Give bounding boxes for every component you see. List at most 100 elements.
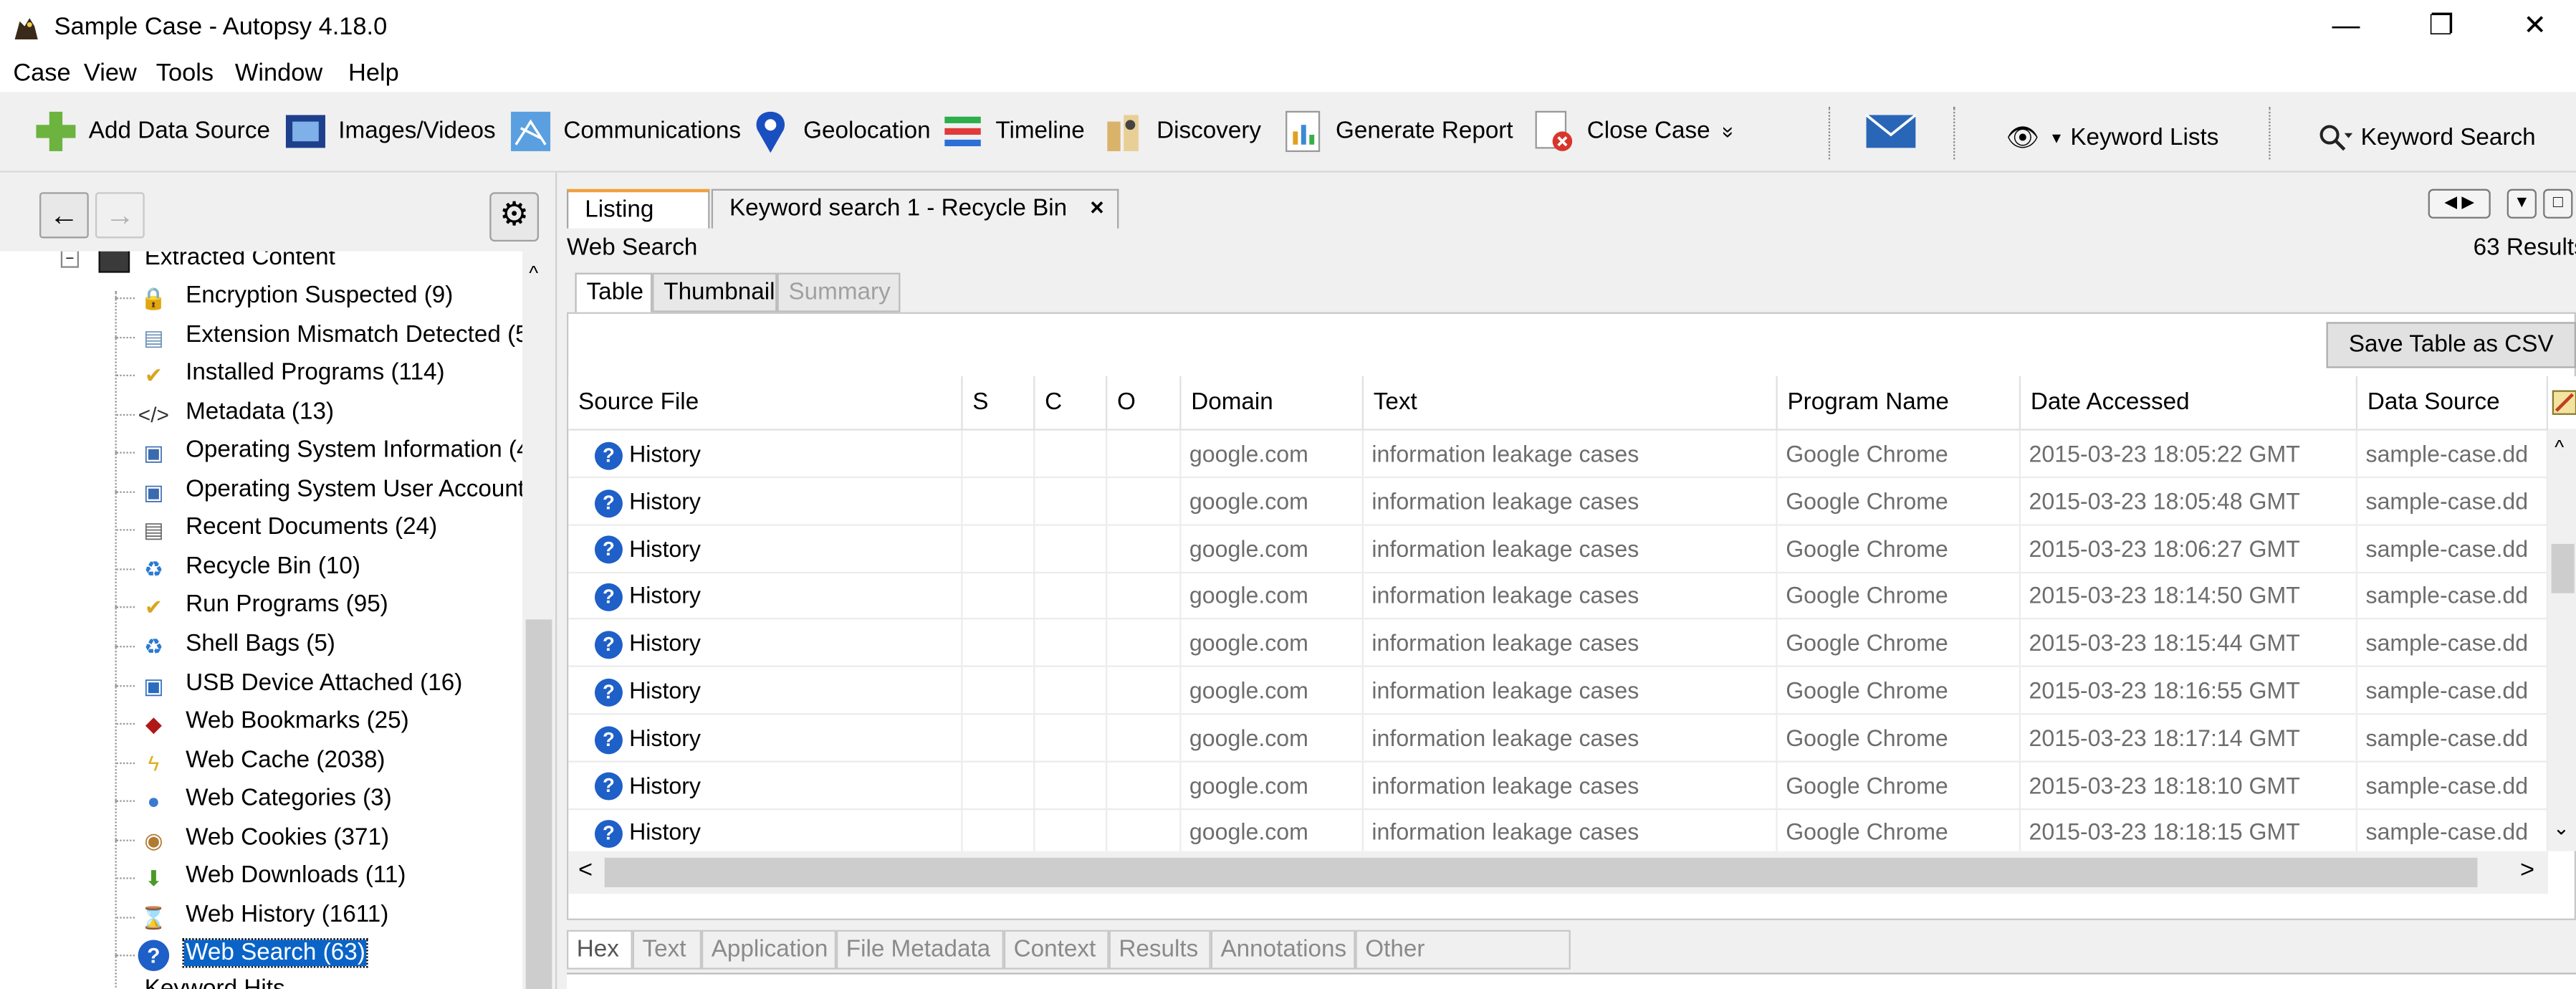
keyword-search-button[interactable]: Keyword Search xyxy=(2318,100,2536,176)
tree-item[interactable]: ◆ Web Bookmarks (25) xyxy=(0,705,522,743)
tab-hex[interactable]: Hex xyxy=(566,930,633,970)
tree-item-label: Web Cookies (371) xyxy=(186,824,390,851)
scroll-left-icon[interactable]: < xyxy=(578,856,593,884)
tab-context[interactable]: Context xyxy=(1003,930,1109,970)
tree-item[interactable]: ▣ Operating System User Account xyxy=(0,473,522,511)
tree-item[interactable]: ♻ Recycle Bin (10) xyxy=(0,550,522,588)
tree-item[interactable]: ✔ Installed Programs (114) xyxy=(0,357,522,395)
tree-item[interactable]: ✔ Run Programs (95) xyxy=(0,589,522,627)
cell-text: information leakage cases xyxy=(1364,666,1778,714)
tab-list-dropdown-icon[interactable]: ▼ xyxy=(2506,188,2537,219)
column-c[interactable]: C xyxy=(1035,376,1108,429)
forward-arrow-icon[interactable]: → xyxy=(95,192,145,239)
table-row[interactable]: ? History google.com information leakage ca… xyxy=(568,808,2549,857)
tree-item[interactable]: ◉ Web Cookies (371) xyxy=(0,821,522,859)
table-row[interactable]: ? History google.com information leakage ca… xyxy=(568,761,2549,810)
maximize-panel-icon[interactable]: □ xyxy=(2543,188,2573,219)
menu-case[interactable]: Case xyxy=(13,59,70,87)
menu-help[interactable]: Help xyxy=(348,59,399,87)
table-row[interactable]: ? History google.com information leakage ca… xyxy=(568,430,2549,479)
keyword-lists-button[interactable]: 👁 ▼ Keyword Lists xyxy=(2006,100,2218,176)
images-videos-button[interactable]: Images/Videos xyxy=(282,94,496,169)
tree-scroll-thumb[interactable] xyxy=(525,619,552,989)
subtab-table[interactable]: Table xyxy=(575,272,653,312)
tab-annotations[interactable]: Annotations xyxy=(1210,930,1356,970)
table-row[interactable]: ? History google.com information leakage ca… xyxy=(568,525,2549,573)
restore-button[interactable]: ❐ xyxy=(2400,0,2483,56)
minimize-button[interactable]: — xyxy=(2305,0,2388,56)
scroll-up-icon[interactable]: ^ xyxy=(529,262,538,285)
tab-listing[interactable]: Listing xyxy=(566,188,710,229)
tree-item[interactable]: ▤ Recent Documents (24) xyxy=(0,512,522,550)
column-date-accessed[interactable]: Date Accessed xyxy=(2021,376,2358,429)
result-tabs: Listing Keyword search 1 - Recycle Bin ×… xyxy=(566,188,2576,229)
column-chooser-icon[interactable] xyxy=(2552,389,2576,416)
save-table-csv-button[interactable]: Save Table as CSV xyxy=(2326,322,2576,368)
table-row[interactable]: ? History google.com information leakage ca… xyxy=(568,477,2549,526)
discovery-button[interactable]: Discovery xyxy=(1101,94,1261,169)
more-chevron-icon[interactable]: » xyxy=(1717,125,1741,138)
tab-file-metadata[interactable]: File Metadata xyxy=(835,930,1004,970)
tree-scrollbar[interactable]: ^ xyxy=(522,251,555,989)
tree-item[interactable]: ⌛ Web History (1611) xyxy=(0,899,522,937)
generate-report-button[interactable]: Generate Report xyxy=(1280,94,1513,169)
column-o[interactable]: O xyxy=(1107,376,1182,429)
menu-view[interactable]: View xyxy=(84,59,137,87)
tree-item[interactable]: ▤ Extension Mismatch Detected (5 xyxy=(0,318,522,356)
tab-keyword-search[interactable]: Keyword search 1 - Recycle Bin × xyxy=(711,188,1119,229)
scroll-right-icon[interactable]: > xyxy=(2520,856,2534,884)
tree-connector xyxy=(115,761,135,764)
add-data-source-button[interactable]: Add Data Source xyxy=(33,94,270,169)
collapse-toggle-icon[interactable]: − xyxy=(60,251,80,268)
timeline-button[interactable]: Timeline xyxy=(939,94,1085,169)
tab-application[interactable]: Application xyxy=(701,930,836,970)
scroll-down-icon[interactable]: ⌄ xyxy=(2553,816,2570,839)
tree-node-keyword-hits[interactable]: Keyword Hits xyxy=(0,973,522,989)
back-arrow-icon[interactable]: ← xyxy=(39,192,89,239)
tree-item[interactable]: ? Web Search (63) xyxy=(0,937,522,975)
table-row[interactable]: ? History google.com information leakage ca… xyxy=(568,619,2549,668)
table-hscroll-thumb[interactable] xyxy=(604,857,2478,888)
table-row[interactable]: ? History google.com information leakage ca… xyxy=(568,572,2549,621)
gear-icon[interactable]: ⚙ xyxy=(489,192,540,242)
table-row[interactable]: ? History google.com information leakage ca… xyxy=(568,714,2549,763)
table-vertical-scrollbar[interactable]: ^ ⌄ xyxy=(2548,429,2576,851)
tree-item[interactable]: 🔒 Encryption Suspected (9) xyxy=(0,280,522,317)
table-horizontal-scrollbar[interactable]: < > xyxy=(568,851,2549,894)
tree-item[interactable]: ▣ Operating System Information (4 xyxy=(0,434,522,472)
column-source-file[interactable]: Source File xyxy=(568,376,963,429)
tab-text[interactable]: Text xyxy=(632,930,702,970)
column-domain[interactable]: Domain xyxy=(1181,376,1364,429)
email-button[interactable] xyxy=(1864,94,1927,169)
column-data-source[interactable]: Data Source xyxy=(2357,376,2549,429)
tree-connector xyxy=(115,568,135,570)
magnifier-icon xyxy=(2319,125,2353,151)
table-row[interactable]: ? History google.com information leakage ca… xyxy=(568,666,2549,715)
close-case-button[interactable]: Close Case » xyxy=(1531,94,1741,169)
scroll-up-icon[interactable]: ^ xyxy=(2555,436,2564,459)
menu-tools[interactable]: Tools xyxy=(156,59,214,87)
tab-scroll-arrows-icon[interactable]: ◀ ▶ xyxy=(2428,188,2491,219)
tree-node-extracted-content[interactable]: − Extracted Content xyxy=(0,251,522,280)
column-program-name[interactable]: Program Name xyxy=(1778,376,2021,429)
cell-data-source: sample-case.dd xyxy=(2357,477,2549,524)
tree-item[interactable]: ▣ USB Device Attached (16) xyxy=(0,666,522,704)
close-window-button[interactable]: ✕ xyxy=(2494,0,2576,56)
tree-item[interactable]: ϟ Web Cache (2038) xyxy=(0,744,522,782)
menu-window[interactable]: Window xyxy=(235,59,322,87)
column-s[interactable]: S xyxy=(963,376,1035,429)
table-vscroll-thumb[interactable] xyxy=(2551,543,2575,593)
tree-item[interactable]: ● Web Categories (3) xyxy=(0,783,522,821)
geolocation-button[interactable]: Geolocation xyxy=(747,94,931,169)
tab-other-occurrences[interactable]: Other Occurrences xyxy=(1355,930,1571,989)
communications-button[interactable]: Communications xyxy=(507,94,741,169)
tree-item[interactable]: ♻ Shell Bags (5) xyxy=(0,628,522,666)
subtab-summary[interactable]: Summary xyxy=(777,272,901,312)
column-text[interactable]: Text xyxy=(1364,376,1778,429)
web-search-icon: ? xyxy=(138,940,170,972)
close-tab-icon[interactable]: × xyxy=(1090,191,1103,226)
tree-item[interactable]: ⬇ Web Downloads (11) xyxy=(0,860,522,898)
tab-results[interactable]: Results xyxy=(1109,930,1211,970)
subtab-thumbnail[interactable]: Thumbnail xyxy=(652,272,777,312)
tree-item[interactable]: </> Metadata (13) xyxy=(0,396,522,434)
